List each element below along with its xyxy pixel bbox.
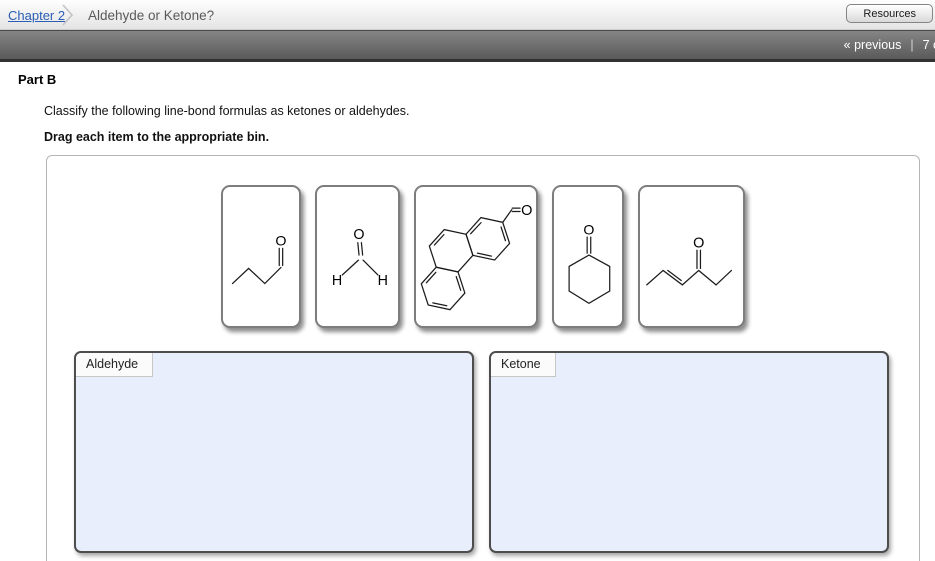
formaldehyde-structure: O H H <box>332 227 388 289</box>
molecule-card-hexenone[interactable]: O <box>638 185 745 328</box>
oxygen-label: O <box>693 235 704 251</box>
oxygen-label: O <box>521 203 532 219</box>
part-heading: Part B <box>18 72 57 87</box>
oxygen-label: O <box>353 227 364 243</box>
drag-instruction-text: Drag each item to the appropriate bin. <box>44 130 270 144</box>
question-area: O O H H O O O Aldehyde Ketone <box>46 155 920 561</box>
breadcrumb-chevron-icon <box>62 4 74 26</box>
page-title: Aldehyde or Ketone? <box>88 8 215 23</box>
navbar-right-group: « previous | 7 o <box>844 38 935 52</box>
molecule-card-butanal[interactable]: O <box>221 185 301 328</box>
bin-aldehyde[interactable]: Aldehyde <box>74 351 474 553</box>
assignment-navbar: « previous | 7 o <box>0 30 935 62</box>
butanal-structure: O <box>231 234 286 285</box>
pagination-count: 7 o <box>922 38 935 52</box>
resources-button[interactable]: Resources <box>846 4 933 23</box>
bin-aldehyde-label: Aldehyde <box>76 353 154 377</box>
hydrogen-label: H <box>332 273 342 289</box>
hexenone-structure: O <box>646 235 733 286</box>
instruction-text: Classify the following line-bond formula… <box>44 104 410 118</box>
bin-ketone[interactable]: Ketone <box>489 351 889 553</box>
molecule-card-formaldehyde[interactable]: O H H <box>315 185 400 328</box>
hydrogen-label: H <box>378 273 388 289</box>
oxygen-label: O <box>583 222 594 238</box>
item-tray: O O H H O O O <box>47 185 919 328</box>
molecule-card-cyclohexanone[interactable]: O <box>552 185 624 328</box>
molecule-card-phenanthrene-carbaldehyde[interactable]: O <box>414 185 538 328</box>
cyclohexanone-structure: O <box>568 222 611 304</box>
phenanthrene-carbaldehyde-structure: O <box>420 203 532 311</box>
breadcrumb-link[interactable]: Chapter 2 <box>8 8 65 23</box>
nav-divider: | <box>910 38 914 52</box>
previous-link[interactable]: « previous <box>844 38 902 52</box>
top-header: Chapter 2 Aldehyde or Ketone? Resources <box>0 0 935 30</box>
oxygen-label: O <box>275 234 286 250</box>
bin-ketone-label: Ketone <box>491 353 556 377</box>
